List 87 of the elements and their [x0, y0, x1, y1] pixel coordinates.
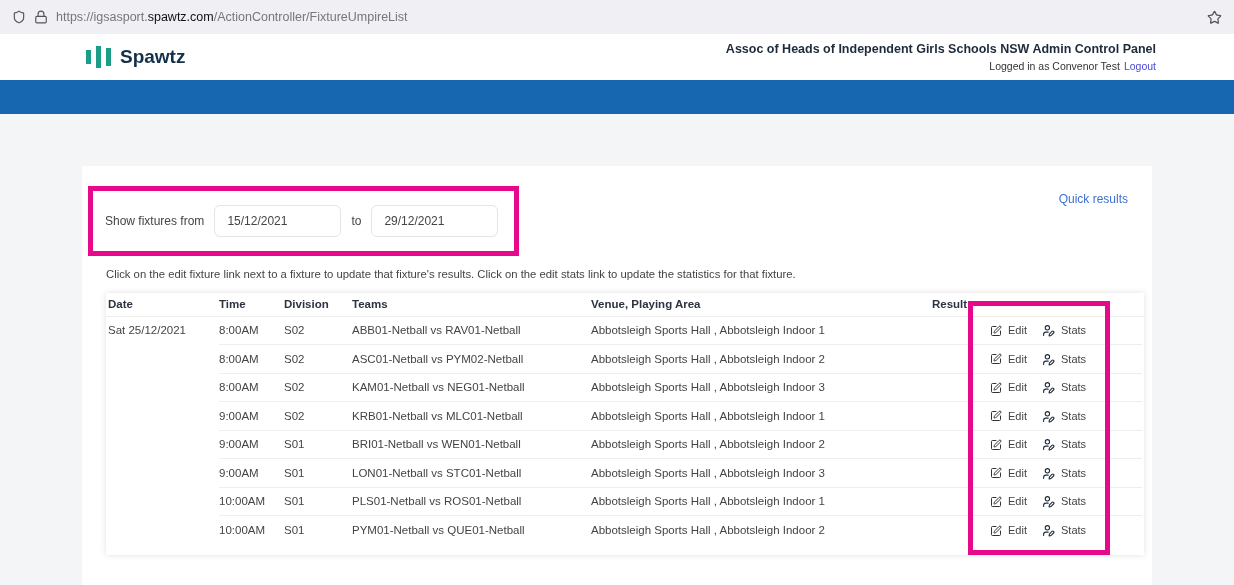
column-header: Venue, Playing Area	[591, 296, 702, 312]
edit-icon	[990, 524, 1002, 537]
edit-icon	[990, 495, 1002, 508]
stats-link[interactable]: Stats	[1042, 522, 1087, 539]
user-edit-icon	[1042, 495, 1055, 509]
brand-name: Spawtz	[120, 44, 186, 69]
user-edit-icon	[1042, 438, 1055, 452]
time-cell-text: 10:00AM	[219, 494, 267, 510]
venue-cell-text: Abbotsleigh Sports Hall , Abbotsleigh Indoor 2	[591, 437, 826, 453]
column-header: Division	[284, 296, 330, 312]
column-header: Teams	[352, 296, 389, 312]
edit-icon	[990, 324, 1002, 337]
division-cell-text: S02	[284, 380, 306, 396]
logout-link[interactable]: Logout	[1123, 58, 1156, 75]
stats-link[interactable]: Stats	[1042, 379, 1087, 396]
instructions-text: Click on the edit fixture link next to a fixture to update that fixture's results. Click on the edit stats link to update the statistics for that fixture.	[106, 267, 797, 282]
teams-cell-text: PYM01-Netball vs QUE01-Netball	[352, 523, 526, 539]
venue-cell-text: Abbotsleigh Sports Hall , Abbotsleigh Indoor 3	[591, 465, 826, 481]
edit-icon	[990, 381, 1002, 394]
logo-icon	[86, 45, 112, 69]
time-cell-text: 9:00AM	[219, 437, 260, 453]
stats-link[interactable]: Stats	[1042, 350, 1087, 368]
user-edit-icon	[1042, 324, 1055, 338]
teams-cell-text: ASC01-Netball vs PYM02-Netball	[352, 351, 525, 367]
edit-link[interactable]: Edit	[990, 379, 1042, 396]
division-cell-text: S02	[284, 351, 306, 367]
to-date-field[interactable]: 29/12/2021	[371, 205, 499, 237]
edit-link[interactable]: Edit	[990, 436, 1042, 453]
lock-icon	[34, 10, 48, 24]
panel-title: Assoc of Heads of Independent Girls Schools NSW Admin Control Panel	[725, 40, 1156, 58]
date-cell: Sat 25/12/2021	[108, 323, 186, 336]
edit-link[interactable]: Edit	[990, 464, 1042, 482]
division-cell-text: S02	[284, 408, 306, 424]
division-cell-text: S01	[284, 523, 306, 539]
time-cell-text: 8:00AM	[219, 351, 260, 367]
time-cell-text: 8:00AM	[219, 323, 260, 339]
teams-cell-text: ABB01-Netball vs RAV01-Netball	[352, 323, 522, 339]
edit-link[interactable]: Edit	[990, 350, 1042, 368]
address-bar[interactable]: https://igsasport.spawtz.com/ActionController/FixtureUmpireList	[0, 0, 1234, 34]
from-date-field[interactable]: 15/12/2021	[214, 205, 342, 237]
division-cell-text: S01	[284, 494, 306, 510]
column-header: Time	[219, 296, 247, 312]
edit-icon	[990, 410, 1002, 423]
teams-cell-text: BRI01-Netball vs WEN01-Netball	[352, 437, 522, 453]
stats-link[interactable]: Stats	[1042, 407, 1087, 425]
venue-cell-text: Abbotsleigh Sports Hall , Abbotsleigh Indoor 2	[591, 523, 826, 539]
edit-link[interactable]: Edit	[990, 322, 1042, 339]
time-cell-text: 9:00AM	[219, 408, 260, 424]
to-label: to	[351, 213, 362, 230]
edit-icon	[990, 467, 1002, 480]
division-cell-text: S01	[284, 437, 306, 453]
user-edit-icon	[1042, 352, 1055, 366]
venue-cell-text: Abbotsleigh Sports Hall , Abbotsleigh Indoor 1	[591, 494, 826, 510]
venue-cell-text: Abbotsleigh Sports Hall , Abbotsleigh Indoor 1	[591, 408, 826, 424]
teams-cell-text: LON01-Netball vs STC01-Netball	[352, 465, 523, 481]
edit-link[interactable]: Edit	[990, 493, 1042, 510]
venue-cell-text: Abbotsleigh Sports Hall , Abbotsleigh Indoor 1	[591, 323, 826, 339]
column-header: Result	[932, 296, 969, 312]
edit-icon	[990, 353, 1002, 366]
user-edit-icon	[1042, 466, 1055, 480]
time-cell-text: 10:00AM	[219, 523, 267, 539]
venue-cell-text: Abbotsleigh Sports Hall , Abbotsleigh Indoor 3	[591, 380, 826, 396]
teams-cell-text: KAM01-Netball vs NEG01-Netball	[352, 380, 526, 396]
teams-cell-text: PLS01-Netball vs ROS01-Netball	[352, 494, 523, 510]
stats-link[interactable]: Stats	[1042, 322, 1087, 339]
edit-link[interactable]: Edit	[990, 522, 1042, 539]
time-cell-text: 9:00AM	[219, 465, 260, 481]
edit-icon	[990, 438, 1002, 451]
division-cell-text: S01	[284, 465, 306, 481]
filter-label: Show fixtures from	[105, 213, 205, 230]
url-text: https://igsasport.spawtz.com/ActionController/FixtureUmpireList	[56, 8, 408, 26]
edit-link[interactable]: Edit	[990, 407, 1042, 425]
stats-link[interactable]: Stats	[1042, 464, 1087, 482]
time-cell-text: 8:00AM	[219, 380, 260, 396]
user-edit-icon	[1042, 524, 1055, 538]
user-edit-icon	[1042, 381, 1055, 395]
stats-link[interactable]: Stats	[1042, 493, 1087, 510]
teams-cell-text: KRB01-Netball vs MLC01-Netball	[352, 408, 524, 424]
column-header: Date	[108, 296, 134, 312]
venue-cell-text: Abbotsleigh Sports Hall , Abbotsleigh Indoor 2	[591, 351, 826, 367]
stats-link[interactable]: Stats	[1042, 436, 1087, 453]
login-status: Logged in as Convenor Test	[989, 58, 1120, 74]
quick-results-link[interactable]: Quick results	[1058, 190, 1128, 208]
division-cell-text: S02	[284, 323, 306, 339]
user-edit-icon	[1042, 409, 1055, 423]
shield-icon	[12, 10, 26, 24]
bookmark-star-icon[interactable]	[1207, 9, 1222, 25]
